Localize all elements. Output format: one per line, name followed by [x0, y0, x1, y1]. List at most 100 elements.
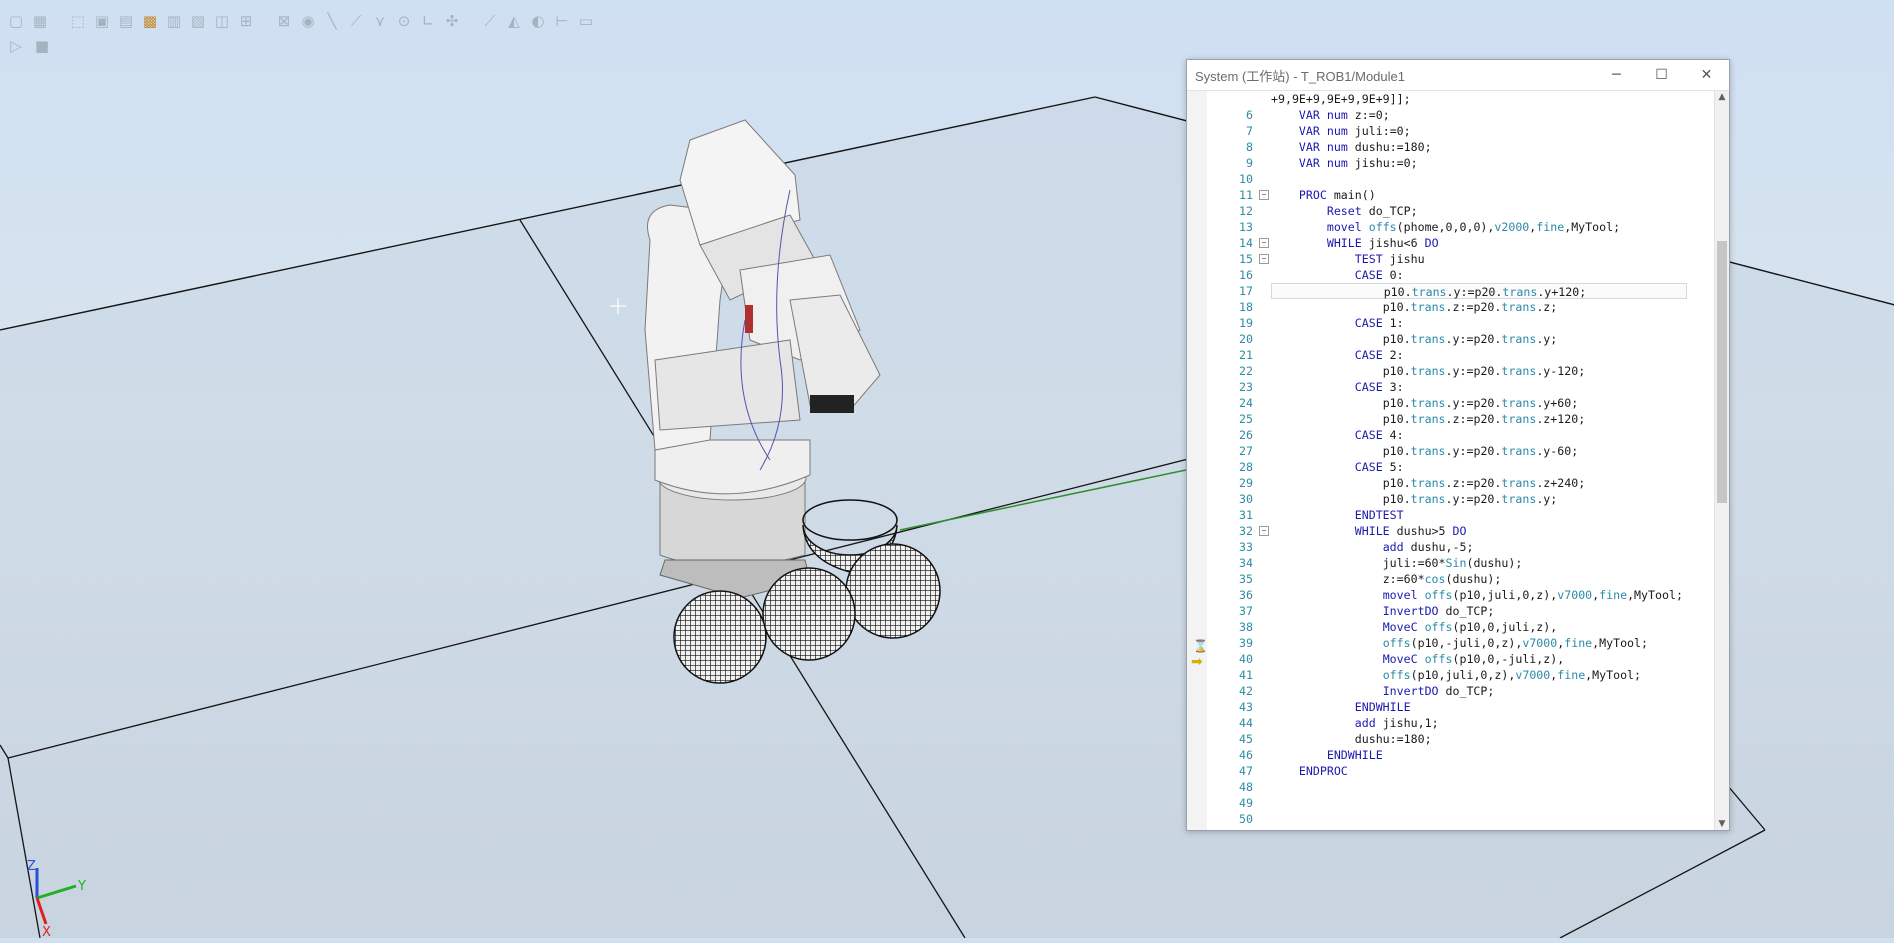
line2-icon[interactable]: ⊠: [274, 11, 294, 31]
window-title: System (工作站) - T_ROB1/Module1: [1195, 68, 1405, 84]
fold-toggle-icon[interactable]: −: [1259, 238, 1269, 248]
circle-icon[interactable]: ◫: [212, 11, 232, 31]
code-line[interactable]: 39 offs(p10,-juli,0,z),v7000,fine,MyTool…: [1187, 635, 1715, 651]
minimize-button[interactable]: ─: [1594, 60, 1639, 90]
select-part-icon[interactable]: ▤: [116, 11, 136, 31]
code-line[interactable]: 38 MoveC offs(p10,0,juli,z),: [1187, 619, 1715, 635]
code-line[interactable]: 16 CASE 0:: [1187, 267, 1715, 283]
code-line[interactable]: 9 VAR num jishu:=0;: [1187, 155, 1715, 171]
link-icon[interactable]: ∟: [418, 11, 438, 31]
snap-icon[interactable]: ▩: [140, 11, 160, 31]
line-number: 38: [1239, 620, 1253, 634]
frame2-icon[interactable]: ▦: [30, 11, 50, 31]
close-button[interactable]: ✕: [1684, 60, 1729, 90]
code-text: ENDPROC: [1298, 764, 1348, 778]
code-line[interactable]: 19 CASE 1:: [1187, 315, 1715, 331]
code-line[interactable]: 25 p10.trans.z:=p20.trans.z+120;: [1187, 411, 1715, 427]
code-line[interactable]: 37 InvertDO do_TCP;: [1187, 603, 1715, 619]
code-text: InvertDO do_TCP;: [1382, 684, 1495, 698]
scroll-down-icon[interactable]: ▼: [1715, 819, 1729, 829]
code-text: CASE 3:: [1354, 380, 1404, 394]
angle-icon[interactable]: ⟋: [346, 11, 366, 31]
fold-toggle-icon[interactable]: −: [1259, 190, 1269, 200]
code-line[interactable]: 45 dushu:=180;: [1187, 731, 1715, 747]
code-line[interactable]: 32− WHILE dushu>5 DO: [1187, 523, 1715, 539]
code-line[interactable]: 17 p10.trans.y:=p20.trans.y+120;: [1187, 283, 1715, 299]
code-line[interactable]: 49: [1187, 795, 1715, 811]
grid-icon[interactable]: ▧: [188, 11, 208, 31]
code-line[interactable]: 33 add dushu,-5;: [1187, 539, 1715, 555]
code-line[interactable]: 41 offs(p10,juli,0,z),v7000,fine,MyTool;: [1187, 667, 1715, 683]
code-line[interactable]: 34 juli:=60*Sin(dushu);: [1187, 555, 1715, 571]
line-number: 13: [1239, 220, 1253, 234]
code-text: PROC main(): [1298, 188, 1376, 202]
line-number: 15: [1239, 252, 1253, 266]
code-line[interactable]: 28 CASE 5:: [1187, 459, 1715, 475]
fork-icon[interactable]: ◉: [298, 11, 318, 31]
code-line[interactable]: 30 p10.trans.y:=p20.trans.y;: [1187, 491, 1715, 507]
code-line[interactable]: 18 p10.trans.z:=p20.trans.z;: [1187, 299, 1715, 315]
code-line[interactable]: 35 z:=60*cos(dushu);: [1187, 571, 1715, 587]
line-number: 23: [1239, 380, 1253, 394]
code-line[interactable]: 14− WHILE jishu<6 DO: [1187, 235, 1715, 251]
distance-icon[interactable]: ⊢: [552, 11, 572, 31]
ruler-icon[interactable]: ⟋: [480, 11, 500, 31]
code-line[interactable]: 40 MoveC offs(p10,0,-juli,z),: [1187, 651, 1715, 667]
code-line[interactable]: 36 movel offs(p10,juli,0,z),v7000,fine,M…: [1187, 587, 1715, 603]
dot-icon[interactable]: ╲: [322, 11, 342, 31]
line-number: 35: [1239, 572, 1253, 586]
window-title-bar[interactable]: System (工作站) - T_ROB1/Module1 ─ ☐ ✕: [1187, 60, 1729, 91]
code-line[interactable]: 48: [1187, 779, 1715, 795]
vertical-scrollbar[interactable]: ▲ ▼: [1714, 91, 1729, 830]
code-line[interactable]: 10: [1187, 171, 1715, 187]
scroll-thumb[interactable]: [1717, 241, 1727, 503]
code-line[interactable]: 12 Reset do_TCP;: [1187, 203, 1715, 219]
gear-icon[interactable]: ✣: [442, 11, 462, 31]
code-line[interactable]: 15− TEST jishu: [1187, 251, 1715, 267]
code-line[interactable]: 11− PROC main(): [1187, 187, 1715, 203]
stop-icon[interactable]: ■: [32, 36, 52, 56]
code-line[interactable]: 50: [1187, 811, 1715, 827]
select-icon[interactable]: ⬚: [68, 11, 88, 31]
play-icon[interactable]: ▷: [6, 36, 26, 56]
code-line[interactable]: 20 p10.trans.y:=p20.trans.y;: [1187, 331, 1715, 347]
code-line[interactable]: 27 p10.trans.y:=p20.trans.y-60;: [1187, 443, 1715, 459]
code-line[interactable]: 6 VAR num z:=0;: [1187, 107, 1715, 123]
pin-icon[interactable]: ⊙: [394, 11, 414, 31]
move-icon[interactable]: ⋎: [370, 11, 390, 31]
code-line[interactable]: 24 p10.trans.y:=p20.trans.y+60;: [1187, 395, 1715, 411]
line-number: 27: [1239, 444, 1253, 458]
select-body-icon[interactable]: ▣: [92, 11, 112, 31]
maximize-button[interactable]: ☐: [1639, 60, 1684, 90]
code-line[interactable]: 29 p10.trans.z:=p20.trans.z+240;: [1187, 475, 1715, 491]
code-line[interactable]: 26 CASE 4:: [1187, 427, 1715, 443]
code-text: p10.trans.y:=p20.trans.y+120;: [1271, 283, 1687, 299]
code-line[interactable]: 8 VAR num dushu:=180;: [1187, 139, 1715, 155]
fold-toggle-icon[interactable]: −: [1259, 526, 1269, 536]
code-line[interactable]: 46 ENDWHILE: [1187, 747, 1715, 763]
code-line[interactable]: 13 movel offs(phome,0,0,0),v2000,fine,My…: [1187, 219, 1715, 235]
code-line[interactable]: 43 ENDWHILE: [1187, 699, 1715, 715]
code-line[interactable]: 31 ENDTEST: [1187, 507, 1715, 523]
code-line[interactable]: 23 CASE 3:: [1187, 379, 1715, 395]
window-icon[interactable]: ◭: [504, 11, 524, 31]
measure-icon[interactable]: ◐: [528, 11, 548, 31]
scroll-up-icon[interactable]: ▲: [1715, 92, 1729, 102]
layers-icon[interactable]: ▭: [576, 11, 596, 31]
frame-icon[interactable]: ▢: [6, 11, 26, 31]
code-line[interactable]: 7 VAR num juli:=0;: [1187, 123, 1715, 139]
code-text: add dushu,-5;: [1382, 540, 1474, 554]
code-line[interactable]: +9,9E+9,9E+9,9E+9]];: [1187, 91, 1715, 107]
code-line[interactable]: 42 InvertDO do_TCP;: [1187, 683, 1715, 699]
rapid-editor-window[interactable]: System (工作站) - T_ROB1/Module1 ─ ☐ ✕ +9,9…: [1186, 59, 1730, 831]
code-line[interactable]: 21 CASE 2:: [1187, 347, 1715, 363]
line-number: 29: [1239, 476, 1253, 490]
line-number: 26: [1239, 428, 1253, 442]
fold-toggle-icon[interactable]: −: [1259, 254, 1269, 264]
code-line[interactable]: 47 ENDPROC: [1187, 763, 1715, 779]
code-editor[interactable]: +9,9E+9,9E+9,9E+9]]; 6 VAR num z:=0; 7 VAR…: [1187, 91, 1715, 830]
line-icon[interactable]: ⊞: [236, 11, 256, 31]
code-line[interactable]: 44 add jishu,1;: [1187, 715, 1715, 731]
code-line[interactable]: 22 p10.trans.y:=p20.trans.y-120;: [1187, 363, 1715, 379]
snap2-icon[interactable]: ▥: [164, 11, 184, 31]
